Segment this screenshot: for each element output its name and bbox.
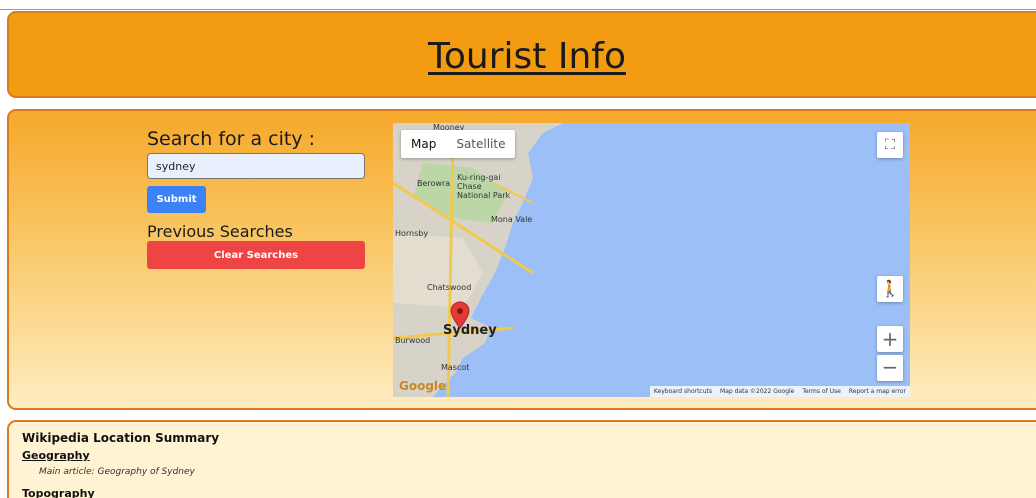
map-label-hornsby: Hornsby bbox=[395, 229, 429, 238]
terms-of-use-link[interactable]: Terms of Use bbox=[802, 388, 840, 395]
zoom-in-button[interactable]: + bbox=[877, 326, 903, 352]
map-type-map-button[interactable]: Map bbox=[401, 130, 446, 158]
page-title: Tourist Info bbox=[428, 36, 626, 77]
map-attribution: Keyboard shortcuts Map data ©2022 Google… bbox=[649, 386, 910, 397]
map-label-mona-vale: Mona Vale bbox=[491, 215, 533, 224]
map-land bbox=[393, 123, 563, 397]
keyboard-shortcuts-link[interactable]: Keyboard shortcuts bbox=[654, 388, 712, 395]
map-label-berowra: Berowra bbox=[417, 179, 451, 188]
wiki-section-topography: Topography bbox=[22, 487, 95, 498]
wiki-section-geography: Geography bbox=[22, 449, 90, 462]
submit-button[interactable]: Submit bbox=[147, 186, 206, 213]
map-label-burwood: Burwood bbox=[395, 336, 431, 345]
search-panel: Search for a city : Submit Previous Sear… bbox=[7, 109, 1036, 410]
google-map[interactable]: Mooney Ku-ring-gai Chase National Park B… bbox=[393, 123, 910, 397]
zoom-out-button[interactable]: − bbox=[877, 355, 903, 381]
clear-searches-button[interactable]: Clear Searches bbox=[147, 241, 365, 269]
map-label-mascot: Mascot bbox=[441, 363, 470, 372]
google-logo: Google bbox=[399, 379, 447, 393]
map-data-text: Map data ©2022 Google bbox=[720, 388, 795, 395]
map-label-kuringgai: Ku-ring-gai Chase National Park bbox=[457, 173, 511, 200]
map-type-satellite-button[interactable]: Satellite bbox=[446, 130, 515, 158]
wikipedia-summary-panel: Wikipedia Location Summary Geography Mai… bbox=[7, 420, 1036, 498]
wiki-main-article-note: Main article: Geography of Sydney bbox=[39, 467, 195, 477]
map-marker-icon[interactable] bbox=[450, 301, 470, 329]
wiki-title: Wikipedia Location Summary bbox=[22, 431, 220, 445]
street-view-pegman-icon[interactable]: 🚶 bbox=[877, 276, 903, 302]
search-label: Search for a city : bbox=[147, 128, 316, 150]
header-banner: Tourist Info bbox=[7, 11, 1036, 98]
report-map-error-link[interactable]: Report a map error bbox=[849, 388, 906, 395]
map-type-control: Map Satellite bbox=[401, 130, 516, 158]
city-search-input[interactable] bbox=[147, 153, 365, 179]
top-divider bbox=[0, 9, 1036, 10]
previous-searches-label: Previous Searches bbox=[147, 222, 293, 241]
fullscreen-icon[interactable]: ⛶ bbox=[877, 132, 903, 158]
map-label-chatswood: Chatswood bbox=[427, 283, 472, 292]
